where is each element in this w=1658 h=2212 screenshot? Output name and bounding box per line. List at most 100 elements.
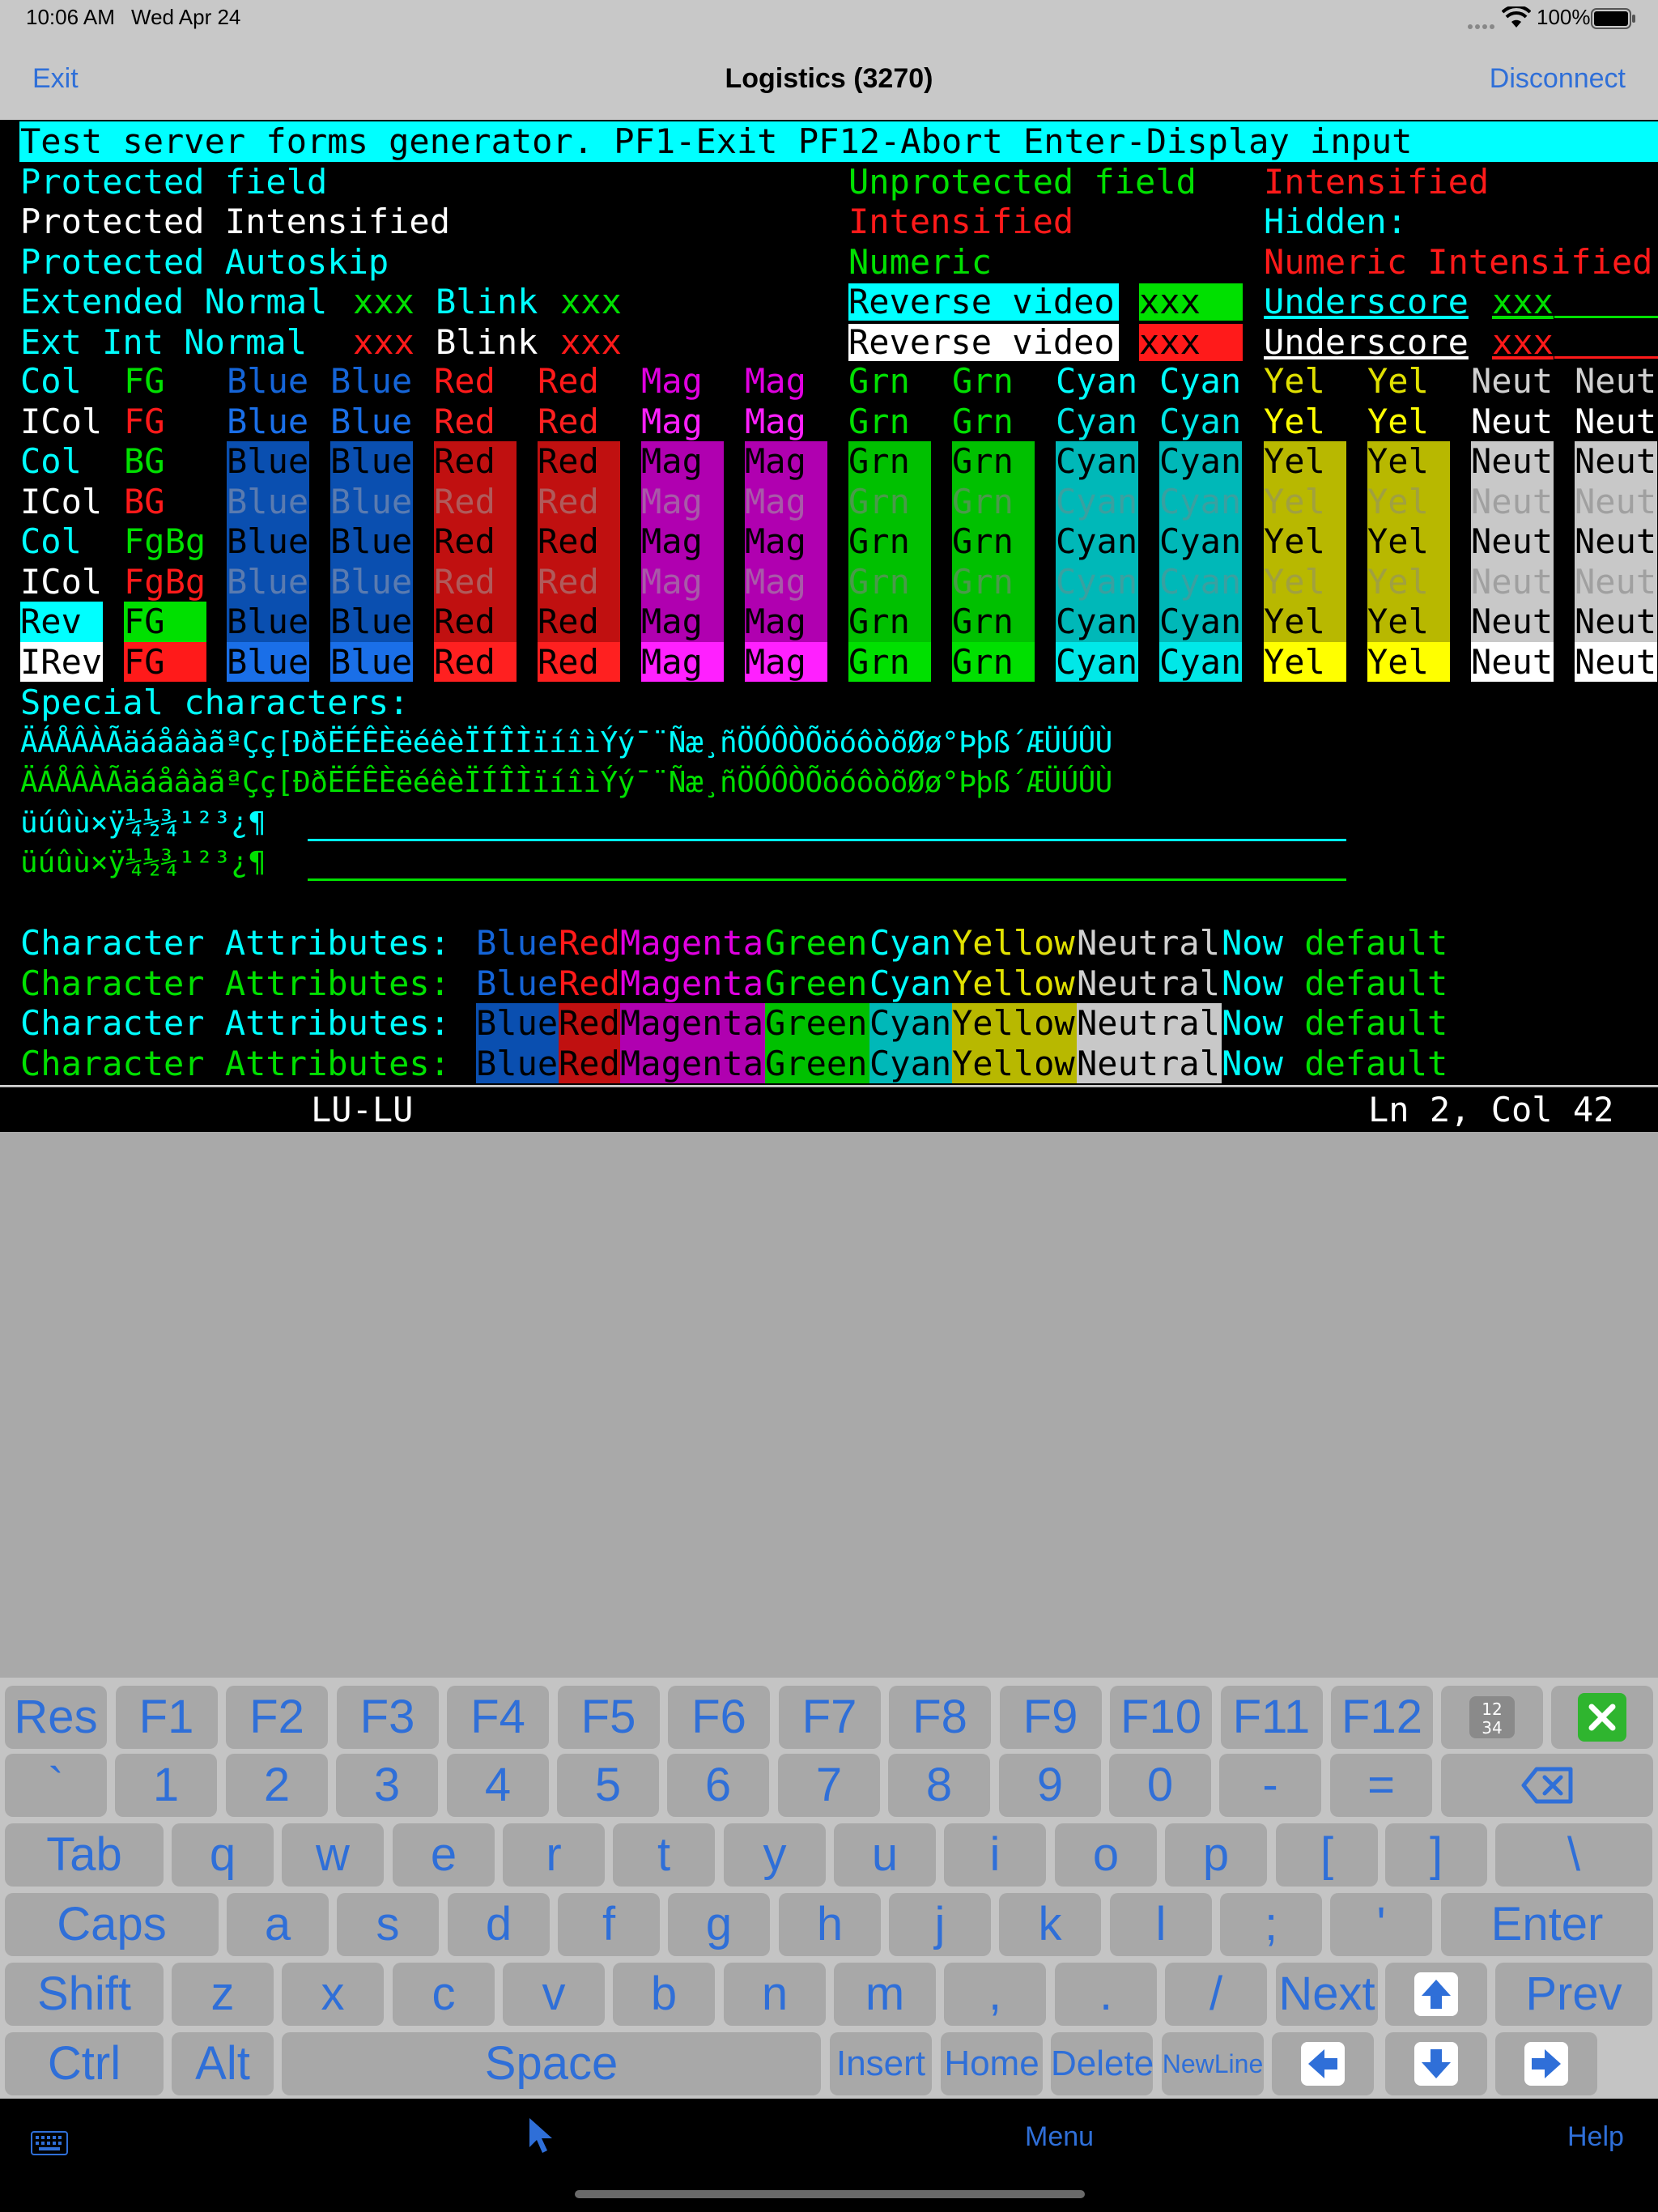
reverse-xxx[interactable]: xxx [1139, 282, 1201, 322]
key-sym3-10[interactable]: ; [1220, 1893, 1322, 1956]
key-f[interactable]: f [558, 1893, 660, 1956]
key-o[interactable]: o [1055, 1823, 1157, 1887]
key-j[interactable]: j [889, 1893, 991, 1956]
key-u[interactable]: u [834, 1823, 936, 1887]
key-home[interactable]: Home [941, 2032, 1043, 2095]
numeric-field[interactable]: Numeric [848, 242, 992, 283]
special-chars-line-2[interactable]: ÄÁÅÂÀÃäáåâàãªÇç[ÐðËÉÊÈëéêèÏÍÎÌïíîìÝý¯¨Ñæ… [20, 763, 1112, 803]
key-tab[interactable]: Tab [5, 1823, 164, 1887]
backspace-icon[interactable] [1441, 1754, 1653, 1817]
menu-button[interactable]: Menu [1025, 2121, 1094, 2153]
help-button[interactable]: Help [1567, 2121, 1624, 2153]
key-alt[interactable]: Alt [172, 2032, 274, 2095]
key-sym4-8[interactable]: , [944, 1963, 1046, 2026]
underscore-xxx-2[interactable]: xxx [1492, 322, 1554, 363]
key-d[interactable]: d [448, 1893, 550, 1956]
key-m[interactable]: m [834, 1963, 936, 2026]
key-prev[interactable]: Prev [1495, 1963, 1652, 2026]
key-7[interactable]: 7 [778, 1754, 880, 1817]
key-4[interactable]: 4 [447, 1754, 549, 1817]
color-cell: Cyan [1056, 361, 1138, 401]
key-n[interactable]: n [724, 1963, 826, 2026]
key-g[interactable]: g [668, 1893, 770, 1956]
key-f1[interactable]: F1 [115, 1686, 218, 1749]
key-2[interactable]: 2 [226, 1754, 328, 1817]
arrow-left-icon[interactable] [1272, 2032, 1374, 2095]
key-f10[interactable]: F10 [1110, 1686, 1212, 1749]
key-5[interactable]: 5 [557, 1754, 659, 1817]
key-f9[interactable]: F9 [999, 1686, 1102, 1749]
key-sym1-11[interactable]: - [1219, 1754, 1321, 1817]
key-a[interactable]: a [227, 1893, 329, 1956]
key-f6[interactable]: F6 [668, 1686, 770, 1749]
key-z[interactable]: z [172, 1963, 274, 2026]
key-t[interactable]: t [613, 1823, 715, 1887]
numpad-icon[interactable]: 12 34 [1441, 1686, 1543, 1749]
key-q[interactable]: q [172, 1823, 274, 1887]
key-b[interactable]: b [613, 1963, 715, 2026]
key-1[interactable]: 1 [115, 1754, 217, 1817]
keyboard-icon[interactable] [31, 2131, 68, 2163]
key-sym1-0[interactable]: ` [5, 1754, 107, 1817]
terminal-screen[interactable]: Test server forms generator. PF1-Exit PF… [0, 120, 1658, 1087]
key-f2[interactable]: F2 [226, 1686, 328, 1749]
key-0[interactable]: 0 [1109, 1754, 1211, 1817]
key-c[interactable]: c [393, 1963, 495, 2026]
key-i[interactable]: i [944, 1823, 1046, 1887]
key-sym3-11[interactable]: ' [1330, 1893, 1432, 1956]
key-newline[interactable]: NewLine [1162, 2032, 1264, 2095]
key-w[interactable]: w [282, 1823, 384, 1887]
key-h[interactable]: h [779, 1893, 881, 1956]
key-next[interactable]: Next [1276, 1963, 1378, 2026]
key-r[interactable]: r [503, 1823, 605, 1887]
key-f7[interactable]: F7 [778, 1686, 881, 1749]
unprotected-field[interactable]: Unprotected field [848, 162, 1197, 202]
key-sym1-12[interactable]: = [1330, 1754, 1432, 1817]
key-e[interactable]: e [393, 1823, 495, 1887]
key-sym2-11[interactable]: [ [1276, 1823, 1378, 1887]
key-x[interactable]: x [282, 1963, 384, 2026]
key-l[interactable]: l [1110, 1893, 1212, 1956]
key-caps[interactable]: Caps [5, 1893, 219, 1956]
key-delete[interactable]: Delete [1051, 2032, 1154, 2095]
arrow-down-icon[interactable] [1385, 2032, 1487, 2095]
pointer-icon[interactable] [528, 2116, 557, 2163]
key-f3[interactable]: F3 [336, 1686, 439, 1749]
key-f8[interactable]: F8 [889, 1686, 991, 1749]
arrow-up-icon[interactable] [1385, 1963, 1487, 2026]
key-8[interactable]: 8 [888, 1754, 990, 1817]
close-icon[interactable] [1551, 1686, 1653, 1749]
key-s[interactable]: s [337, 1893, 439, 1956]
key-sym4-9[interactable]: . [1055, 1963, 1157, 2026]
key-9[interactable]: 9 [999, 1754, 1101, 1817]
key-p[interactable]: p [1165, 1823, 1267, 1887]
key-y[interactable]: y [724, 1823, 826, 1887]
key-res[interactable]: Res [5, 1686, 107, 1749]
special-chars-line-4[interactable]: üúûù×ÿ¼½¾¹²³¿¶ [20, 843, 266, 883]
key-6[interactable]: 6 [667, 1754, 769, 1817]
color-cell: Yel [1367, 401, 1429, 441]
key-insert[interactable]: Insert [830, 2032, 932, 2095]
key-sym2-12[interactable]: ] [1385, 1823, 1487, 1887]
key-f5[interactable]: F5 [557, 1686, 660, 1749]
intensified-field[interactable]: Intensified [1264, 162, 1489, 202]
key-sym4-10[interactable]: / [1165, 1963, 1267, 2026]
key-k[interactable]: k [999, 1893, 1101, 1956]
underscore-xxx[interactable]: xxx [1492, 282, 1554, 322]
key-space[interactable]: Space [282, 2032, 821, 2095]
key-sym2-13[interactable]: \ [1495, 1823, 1652, 1887]
arrow-right-icon[interactable] [1495, 2032, 1597, 2095]
key-f12[interactable]: F12 [1331, 1686, 1433, 1749]
numeric-intensified-field[interactable]: Numeric Intensified [1264, 242, 1652, 283]
key-f4[interactable]: F4 [447, 1686, 549, 1749]
key-enter[interactable]: Enter [1441, 1893, 1653, 1956]
key-3[interactable]: 3 [336, 1754, 438, 1817]
home-indicator[interactable] [575, 2190, 1085, 2198]
disconnect-button[interactable]: Disconnect [1490, 63, 1626, 95]
reverse-xxx-2[interactable]: xxx [1139, 322, 1201, 363]
key-f11[interactable]: F11 [1220, 1686, 1323, 1749]
key-ctrl[interactable]: Ctrl [5, 2032, 164, 2095]
key-shift[interactable]: Shift [5, 1963, 164, 2026]
key-v[interactable]: v [503, 1963, 605, 2026]
intensified-field-2[interactable]: Intensified [848, 202, 1073, 242]
